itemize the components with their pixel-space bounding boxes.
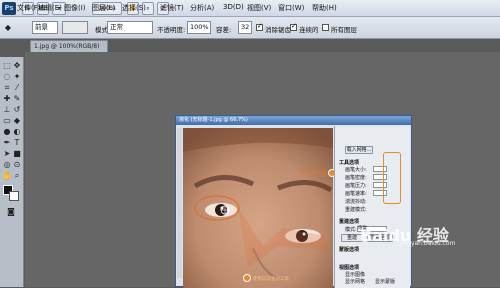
dodge-icon[interactable]: ◐ — [12, 127, 22, 137]
marquee-icon[interactable]: ⬚ — [2, 61, 12, 71]
tolerance-input[interactable]: 32 — [238, 21, 252, 34]
menu-select[interactable]: 选择(S) — [122, 3, 146, 13]
dialog-title: 液化 (无标题-1.jpg @ 66.7%) — [176, 116, 411, 125]
menu-filter[interactable]: 滤镜(T) — [160, 3, 184, 13]
opacity-input[interactable]: 100% — [187, 21, 211, 34]
toolbox: ⬚ ✥ ◌ ✦ ⌗ ⁄ ✚ ✎ ⊥ ↺ ▭ ◆ ● ◐ ✒ T ➤ ■ ◎ ⊙ … — [0, 57, 24, 287]
quick-mask-icon[interactable]: ◙ — [6, 207, 16, 217]
opacity-label: 不透明度: — [157, 26, 186, 34]
load-mesh-button[interactable]: 载入网格... — [345, 146, 373, 154]
eraser-icon[interactable]: ▭ — [2, 116, 12, 126]
all-layers-checkbox[interactable] — [322, 24, 329, 31]
menu-3d[interactable]: 3D(D) — [223, 3, 244, 11]
liquify-toolbar — [177, 128, 182, 278]
antialias-checkbox[interactable] — [256, 22, 263, 31]
liquify-dialog: 液化 (无标题-1.jpg @ 66.7%) 使用向前变形工具 向前变形工具 载… — [175, 115, 412, 288]
menu-analysis[interactable]: 分析(A) — [190, 3, 214, 13]
fill-source-select[interactable]: 前景 — [32, 21, 58, 34]
magic-wand-icon[interactable]: ✦ — [12, 72, 22, 82]
background-color-swatch[interactable] — [9, 191, 19, 201]
history-brush-icon[interactable]: ↺ — [12, 105, 22, 115]
document-tab[interactable]: 1.jpg @ 100%(RGB/8) — [30, 40, 108, 52]
hand-icon[interactable]: ✋ — [2, 171, 12, 181]
lasso-icon[interactable]: ◌ — [2, 72, 12, 82]
crop-icon[interactable]: ⌗ — [2, 83, 12, 93]
contiguous-label: 连续的 — [299, 26, 319, 34]
menu-image[interactable]: 图像(I) — [64, 3, 86, 13]
view-options-heading: 视图选项 — [339, 265, 360, 271]
show-mesh-checkbox[interactable]: 显示网格 — [345, 278, 365, 285]
healing-brush-icon[interactable]: ✚ — [2, 94, 12, 104]
blur-icon[interactable]: ● — [2, 127, 12, 137]
menu-file[interactable]: 文件(F) — [17, 3, 41, 13]
annotation-marker-bottom — [243, 274, 251, 282]
pen-icon[interactable]: ✒ — [2, 138, 12, 148]
type-icon[interactable]: T — [12, 138, 22, 148]
pattern-picker[interactable] — [62, 21, 88, 34]
menu-labels: 文件(F) 编辑(E) 图像(I) 图层(L) 选择(S) 滤镜(T) 分析(A… — [0, 0, 500, 17]
shape-icon[interactable]: ■ — [12, 149, 22, 159]
brush-density-label: 画笔密度: — [345, 175, 367, 181]
brush-pressure-label: 画笔压力: — [345, 183, 367, 189]
eyedropper-icon[interactable]: ⁄ — [12, 83, 22, 93]
photo-preview[interactable]: 使用向前变形工具 — [183, 128, 333, 288]
reconstruct-mode-label: 重建模式: — [345, 207, 367, 213]
brush-rate-label: 画笔速率: — [345, 191, 367, 197]
watermark-url: jingyan.baidu.com — [400, 240, 456, 247]
3d-rotate-icon[interactable]: ◎ — [2, 160, 12, 170]
reconstruct-options-heading: 重建选项 — [339, 219, 360, 225]
tool-options-heading: 工具选项 — [339, 160, 360, 166]
paint-bucket-icon[interactable]: ◆ — [3, 23, 13, 33]
tolerance-label: 容差: — [216, 26, 232, 34]
menu-window[interactable]: 窗口(W) — [278, 3, 304, 13]
path-select-icon[interactable]: ➤ — [2, 149, 12, 159]
mode-label: 模式: — [345, 227, 357, 233]
3d-camera-icon[interactable]: ⊙ — [12, 160, 22, 170]
menu-layer[interactable]: 图层(L) — [92, 3, 115, 13]
antialias-label: 消除锯齿 — [265, 26, 291, 34]
all-layers-label: 所有图层 — [331, 26, 357, 34]
turbulent-jitter-label: 湍流抖动: — [345, 199, 367, 205]
options-bar: ◆ 前景 模式: 正常 不透明度: 100% 容差: 32 消除锯齿 连续的 所… — [0, 17, 500, 39]
move-icon[interactable]: ✥ — [12, 61, 22, 71]
mask-options-heading: 蒙版选项 — [339, 247, 360, 253]
annotation-highlight-box — [383, 152, 401, 204]
face-image — [183, 128, 333, 288]
brush-icon[interactable]: ✎ — [12, 94, 22, 104]
annotation-bottom: 使用向前变形工具 — [253, 277, 289, 282]
annotation-top: 向前变形工具 — [300, 171, 327, 176]
paint-bucket-icon[interactable]: ◆ — [12, 116, 22, 126]
brush-size-label: 画笔大小: — [345, 167, 367, 173]
contiguous-checkbox[interactable] — [290, 22, 297, 31]
liquify-options-panel: 载入网格... 工具选项 画笔大小: 画笔密度: 画笔压力: 画笔速率: 湍流抖… — [334, 126, 410, 288]
show-mask-checkbox[interactable]: 显示蒙版 — [375, 278, 395, 285]
zoom-icon[interactable]: ⌕ — [12, 171, 22, 181]
mode-select[interactable]: 正常 — [107, 21, 153, 34]
menu-edit[interactable]: 编辑(E) — [38, 3, 62, 13]
show-image-checkbox[interactable]: 显示图像 — [345, 271, 365, 278]
menu-help[interactable]: 帮助(H) — [312, 3, 337, 13]
clone-stamp-icon[interactable]: ⊥ — [2, 105, 12, 115]
menu-view[interactable]: 视图(V) — [247, 3, 271, 13]
